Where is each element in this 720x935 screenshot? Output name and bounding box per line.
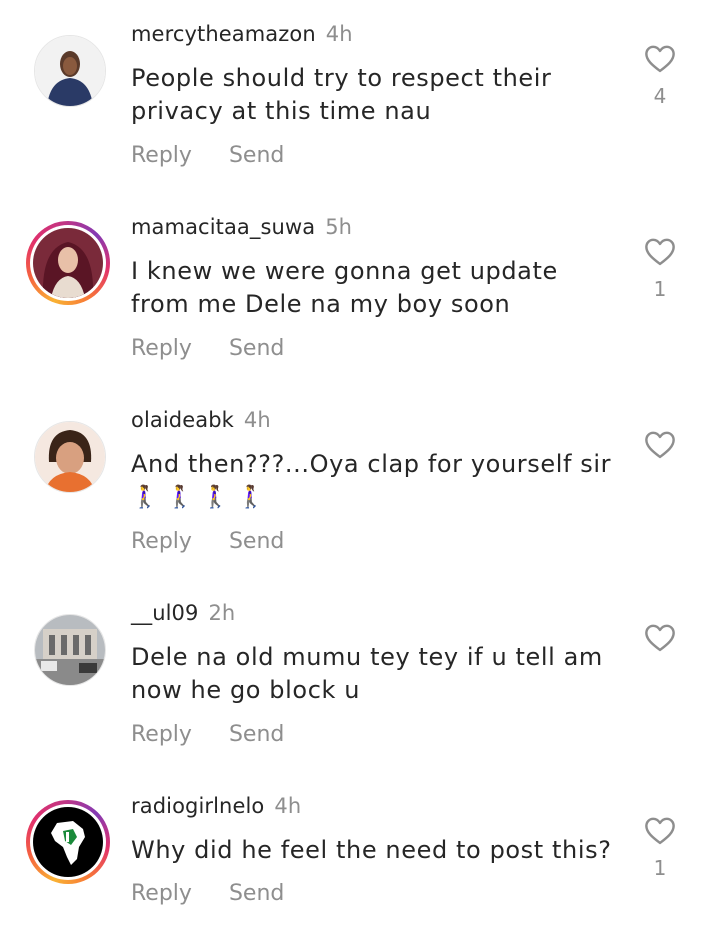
comment-item: olaideabk 4h And then???...Oya clap for y… — [0, 386, 720, 579]
heart-icon[interactable] — [643, 622, 677, 652]
comment-time: 5h — [325, 215, 353, 239]
comment-actions: Reply Send — [131, 336, 314, 361]
avatar[interactable] — [34, 35, 106, 107]
avatar[interactable] — [34, 614, 106, 686]
comment-item: mamacitaa_suwa 5h I knew we were gonna ge… — [0, 193, 720, 386]
username-text[interactable]: mamacitaa_suwa — [131, 215, 315, 239]
reply-button[interactable]: Reply — [131, 722, 192, 747]
comment-text-line: And then???...Oya clap for yourself sir — [131, 450, 612, 478]
comment-actions: Reply Send — [131, 143, 314, 168]
comment-username[interactable]: radiogirlnelo 4h — [131, 794, 301, 818]
reply-button[interactable]: Reply — [131, 143, 192, 168]
comment-actions: Reply Send — [131, 722, 314, 747]
comment-time: 2h — [208, 601, 236, 625]
username-text[interactable]: mercytheamazon — [131, 22, 316, 46]
heart-icon[interactable] — [643, 815, 677, 845]
comment-text: Why did he feel the need to post this? — [131, 836, 612, 864]
comment-username[interactable]: mamacitaa_suwa 5h — [131, 215, 352, 239]
comment-actions: Reply Send — [131, 529, 314, 554]
avatar[interactable] — [34, 421, 106, 493]
username-text[interactable]: olaideabk — [131, 408, 234, 432]
avatar[interactable] — [26, 221, 110, 305]
send-button[interactable]: Send — [229, 529, 284, 554]
like-count: 1 — [653, 277, 667, 301]
comment-username[interactable]: olaideabk 4h — [131, 408, 271, 432]
comment-item: __ul09 2h Dele na old mumu tey tey if u t… — [0, 579, 720, 772]
like-count: 4 — [653, 84, 667, 108]
username-text[interactable]: radiogirlnelo — [131, 794, 264, 818]
heart-icon[interactable] — [643, 236, 677, 266]
reply-button[interactable]: Reply — [131, 529, 192, 554]
comment-username[interactable]: __ul09 2h — [131, 601, 235, 625]
comment-time: 4h — [243, 408, 271, 432]
comment-text: And then???...Oya clap for yourself sir … — [131, 448, 621, 514]
comment-text: People should try to respect their priva… — [131, 64, 552, 125]
username-text[interactable]: __ul09 — [131, 601, 198, 625]
reply-button[interactable]: Reply — [131, 336, 192, 361]
comment-time: 4h — [325, 22, 353, 46]
comment-time: 4h — [274, 794, 302, 818]
comment-text: I knew we were gonna get update from me … — [131, 257, 558, 318]
comment-username[interactable]: mercytheamazon 4h — [131, 22, 353, 46]
send-button[interactable]: Send — [229, 881, 284, 906]
comment-item: mercytheamazon 4h People should try to re… — [0, 0, 720, 193]
like-count: 1 — [653, 856, 667, 880]
comment-actions: Reply Send — [131, 881, 314, 906]
walking-woman-emoji: 🚶‍♀️🚶‍♀️🚶‍♀️🚶‍♀️ — [131, 485, 273, 510]
avatar[interactable] — [26, 800, 110, 884]
comment-text: Dele na old mumu tey tey if u tell am no… — [131, 643, 603, 704]
heart-icon[interactable] — [643, 43, 677, 73]
comment-item: radiogirlnelo 4h Why did he feel the need… — [0, 772, 720, 935]
send-button[interactable]: Send — [229, 143, 284, 168]
reply-button[interactable]: Reply — [131, 881, 192, 906]
send-button[interactable]: Send — [229, 722, 284, 747]
send-button[interactable]: Send — [229, 336, 284, 361]
heart-icon[interactable] — [643, 429, 677, 459]
